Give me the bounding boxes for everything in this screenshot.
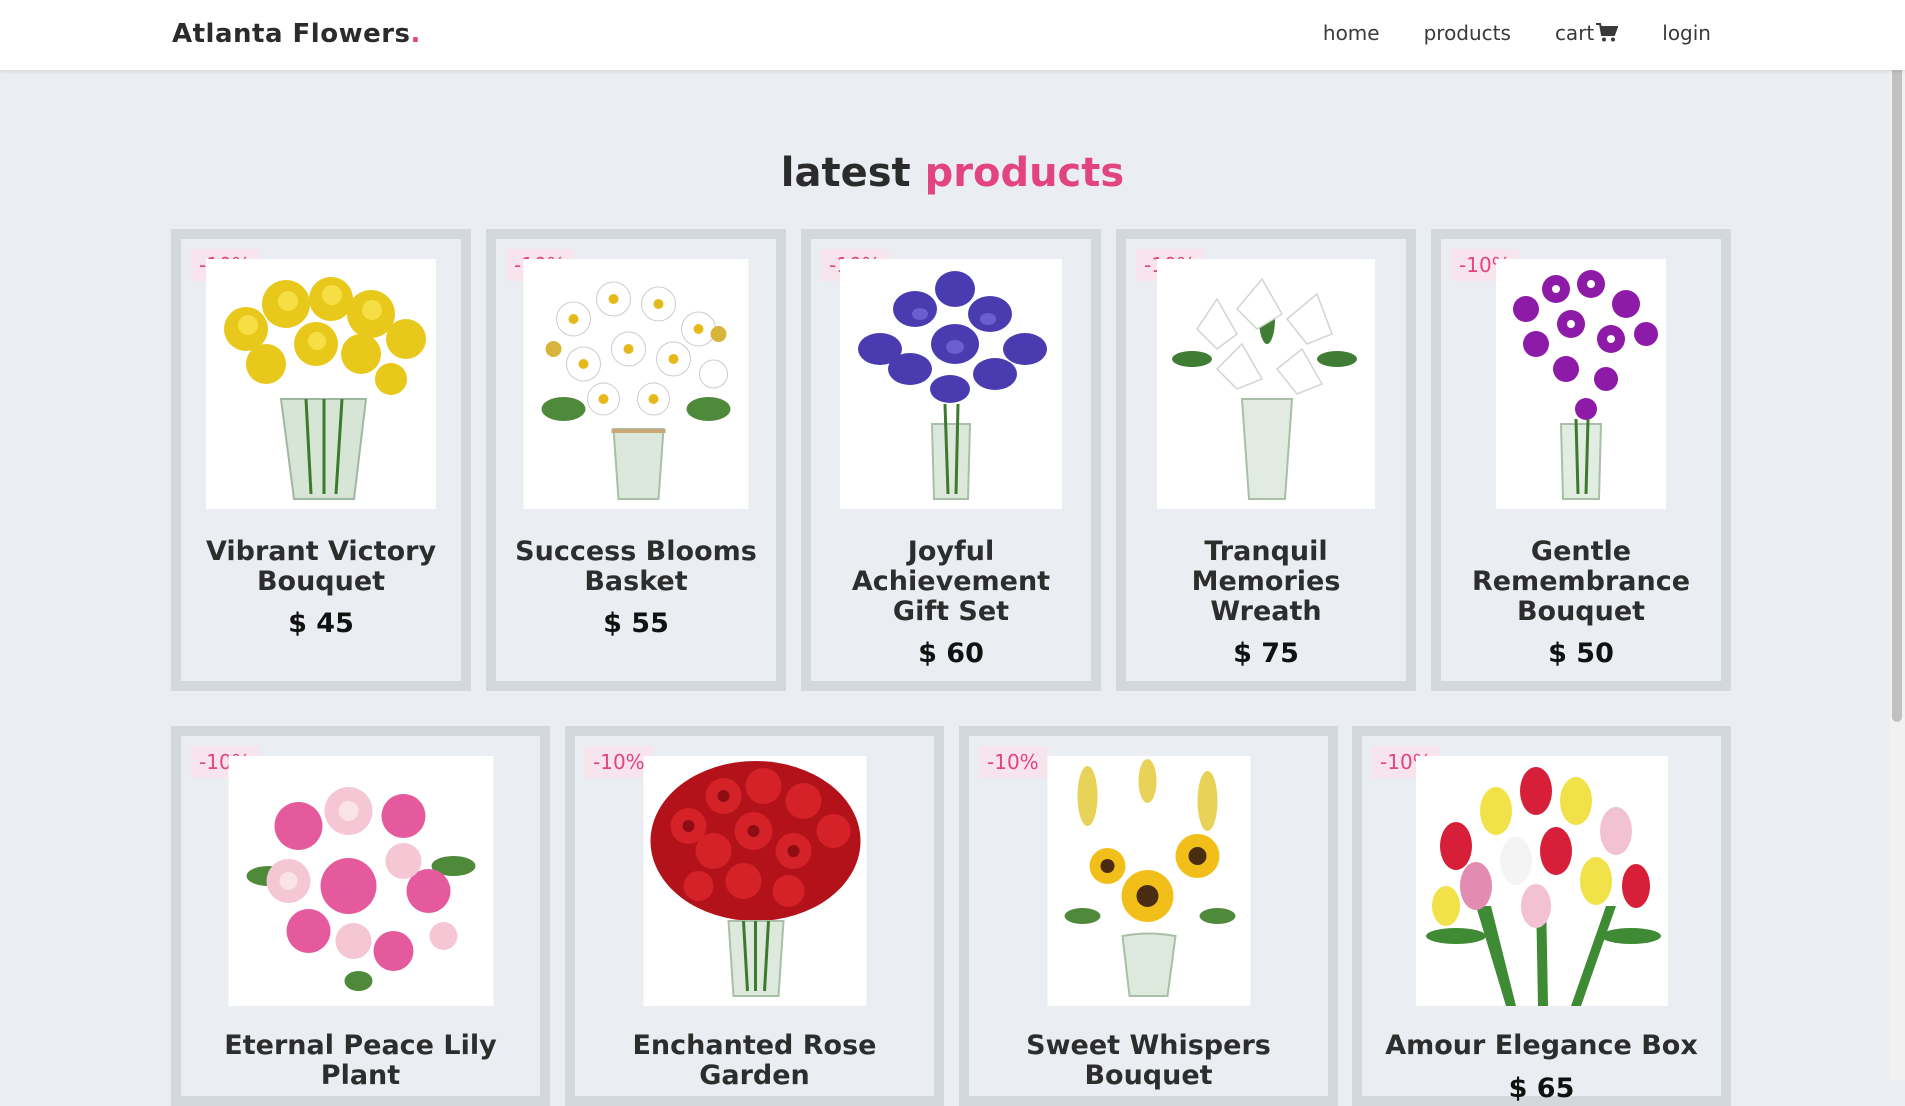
product-price: $ 65 — [1508, 1073, 1575, 1104]
product-card[interactable]: -10% Amour Elegance Box $ 65 — [1352, 726, 1731, 1106]
nav-links: home products cart login — [1323, 21, 1711, 45]
nav-products-link[interactable]: products — [1424, 21, 1511, 45]
product-name[interactable]: Gentle Remembrance Bouquet — [1451, 537, 1711, 627]
product-price: $ 60 — [918, 638, 984, 669]
product-image-daffodil[interactable] — [206, 259, 436, 509]
product-name[interactable]: Joyful Achievement Gift Set — [821, 537, 1081, 627]
section-title-plain: latest — [780, 150, 911, 196]
brand-logo[interactable]: Atlanta Flowers. — [172, 19, 421, 49]
nav-cart-label: cart — [1554, 21, 1595, 45]
product-card[interactable]: -10% Success Blooms Basket $ 55 — [486, 229, 786, 691]
product-card[interactable]: -10% Enchanted Rose Garden — [565, 726, 944, 1106]
product-price: $ 50 — [1548, 638, 1614, 669]
product-image-daisy[interactable] — [523, 259, 749, 509]
product-card[interactable]: -10% Gentle Remembrance Bouquet $ 50 — [1431, 229, 1731, 691]
brand-dot: . — [410, 19, 421, 49]
product-name[interactable]: Tranquil Memories Wreath — [1136, 537, 1396, 627]
section-title: latest products — [0, 150, 1905, 196]
product-name[interactable]: Success Blooms Basket — [506, 537, 766, 597]
product-image-iris[interactable] — [840, 259, 1062, 509]
section-title-accent: products — [924, 150, 1125, 196]
product-image-orchid[interactable] — [1496, 259, 1666, 509]
scrollbar-thumb[interactable] — [1892, 0, 1902, 722]
product-price: $ 55 — [603, 608, 669, 639]
product-name[interactable]: Enchanted Rose Garden — [585, 1031, 924, 1091]
product-image-rose[interactable] — [643, 756, 866, 1006]
product-card[interactable]: -10% Vibrant Victory Bouquet $ 45 — [171, 229, 471, 691]
product-price: $ 45 — [288, 608, 354, 639]
product-card[interactable]: -10% Sweet Whispers Bouquet — [959, 726, 1338, 1106]
product-card[interactable]: -10% Tranquil Memories Wreath $ 75 — [1116, 229, 1416, 691]
shopping-cart-icon — [1596, 23, 1619, 43]
discount-badge: -10% — [979, 746, 1047, 778]
product-name[interactable]: Sweet Whispers Bouquet — [979, 1031, 1318, 1091]
product-image-peony[interactable] — [228, 756, 493, 1006]
product-image-sunflower[interactable] — [1047, 756, 1250, 1006]
product-name[interactable]: Amour Elegance Box — [1372, 1031, 1711, 1061]
nav-cart-link[interactable]: cart — [1554, 21, 1619, 45]
product-card[interactable]: -10% Joyful Achievement Gift Set $ 60 — [801, 229, 1101, 691]
nav-login-link[interactable]: login — [1662, 21, 1711, 45]
nav-home-link[interactable]: home — [1323, 21, 1380, 45]
product-name[interactable]: Vibrant Victory Bouquet — [191, 537, 451, 597]
brand-name: Atlanta Flowers — [172, 19, 411, 49]
product-image-lily[interactable] — [1157, 259, 1375, 509]
navbar: Atlanta Flowers. home products cart logi… — [0, 0, 1905, 70]
product-price: $ 75 — [1233, 638, 1299, 669]
product-card[interactable]: -10% Eternal Peace Lily Plant — [171, 726, 550, 1106]
product-image-tulip[interactable] — [1415, 756, 1668, 1006]
product-name[interactable]: Eternal Peace Lily Plant — [191, 1031, 530, 1091]
